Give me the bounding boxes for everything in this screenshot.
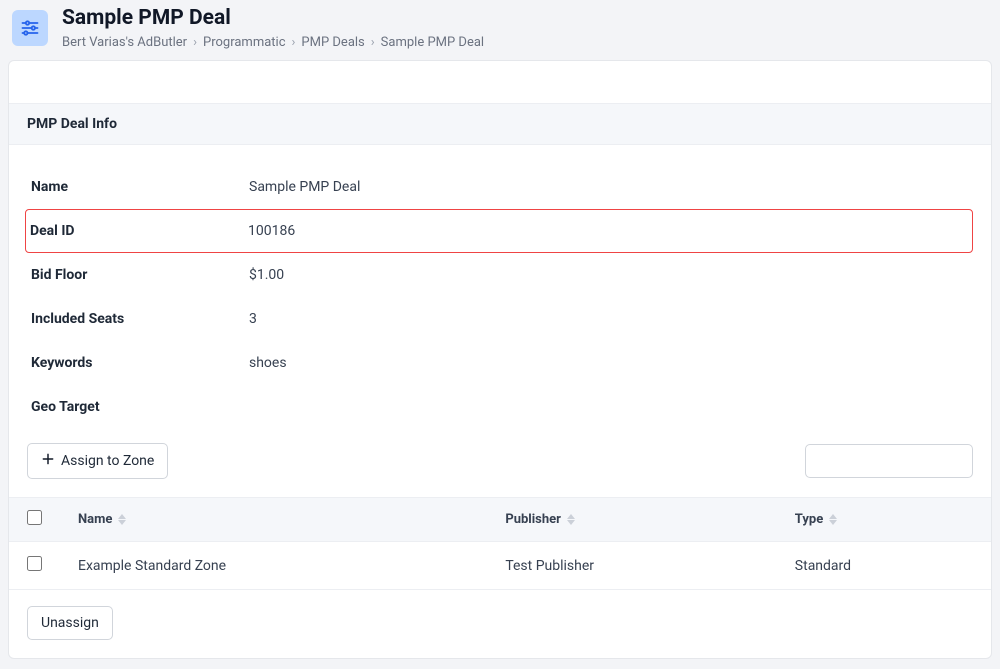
info-row-geo-target: Geo Target bbox=[27, 385, 973, 429]
info-row-deal-id: Deal ID 100186 bbox=[25, 209, 973, 253]
chevron-right-icon: › bbox=[292, 35, 296, 50]
row-checkbox[interactable] bbox=[27, 556, 42, 571]
info-row-name: Name Sample PMP Deal bbox=[27, 165, 973, 209]
info-row-keywords: Keywords shoes bbox=[27, 341, 973, 385]
info-label: Keywords bbox=[31, 355, 249, 371]
select-all-checkbox[interactable] bbox=[27, 510, 42, 525]
sort-icon bbox=[829, 514, 837, 525]
cell-type: Standard bbox=[777, 542, 991, 590]
info-value: 100186 bbox=[248, 223, 295, 239]
sort-icon bbox=[567, 514, 575, 525]
sort-icon bbox=[118, 514, 126, 525]
info-value: shoes bbox=[249, 355, 287, 371]
column-header-publisher[interactable]: Publisher bbox=[487, 498, 776, 542]
zones-table: Name Publisher bbox=[9, 497, 991, 590]
info-row-included-seats: Included Seats 3 bbox=[27, 297, 973, 341]
breadcrumb: Bert Varias's AdButler › Programmatic › … bbox=[62, 35, 484, 50]
info-value: $1.00 bbox=[249, 267, 284, 283]
actions-row: Assign to Zone bbox=[9, 439, 991, 497]
breadcrumb-item-current: Sample PMP Deal bbox=[381, 35, 484, 50]
table-row[interactable]: Example Standard Zone Test Publisher Sta… bbox=[9, 542, 991, 590]
breadcrumb-item-account[interactable]: Bert Varias's AdButler bbox=[62, 35, 187, 50]
column-header-type[interactable]: Type bbox=[777, 498, 991, 542]
settings-sliders-icon bbox=[12, 10, 48, 46]
column-label: Name bbox=[78, 512, 112, 527]
plus-icon bbox=[41, 452, 55, 470]
column-label: Type bbox=[795, 512, 823, 527]
search-input[interactable] bbox=[805, 444, 973, 478]
main-card: PMP Deal Info Name Sample PMP Deal Deal … bbox=[8, 60, 992, 659]
button-label: Unassign bbox=[41, 615, 99, 631]
info-label: Name bbox=[31, 179, 249, 195]
info-label: Included Seats bbox=[31, 311, 249, 327]
footer-actions: Unassign bbox=[9, 590, 991, 658]
info-label: Deal ID bbox=[30, 223, 248, 239]
page-header: Sample PMP Deal Bert Varias's AdButler ›… bbox=[0, 0, 1000, 60]
column-label: Publisher bbox=[505, 512, 561, 527]
unassign-button[interactable]: Unassign bbox=[27, 606, 113, 640]
cell-name: Example Standard Zone bbox=[60, 542, 487, 590]
info-value: 3 bbox=[249, 311, 257, 327]
breadcrumb-item-programmatic[interactable]: Programmatic bbox=[203, 35, 286, 50]
chevron-right-icon: › bbox=[193, 35, 197, 50]
assign-to-zone-button[interactable]: Assign to Zone bbox=[27, 443, 168, 479]
breadcrumb-item-pmp-deals[interactable]: PMP Deals bbox=[301, 35, 364, 50]
cell-publisher: Test Publisher bbox=[487, 542, 776, 590]
info-value: Sample PMP Deal bbox=[249, 179, 360, 195]
info-row-bid-floor: Bid Floor $1.00 bbox=[27, 253, 973, 297]
info-label: Bid Floor bbox=[31, 267, 249, 283]
column-header-name[interactable]: Name bbox=[60, 498, 487, 542]
button-label: Assign to Zone bbox=[61, 453, 154, 469]
page-title: Sample PMP Deal bbox=[62, 6, 484, 31]
info-label: Geo Target bbox=[31, 399, 249, 415]
deal-info: Name Sample PMP Deal Deal ID 100186 Bid … bbox=[9, 145, 991, 439]
section-title: PMP Deal Info bbox=[9, 103, 991, 145]
chevron-right-icon: › bbox=[371, 35, 375, 50]
